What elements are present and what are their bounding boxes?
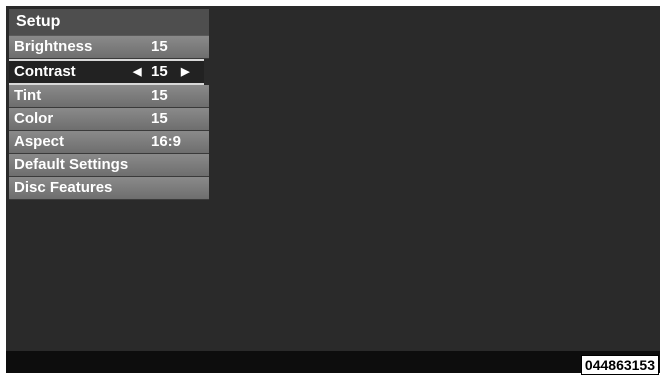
- menu-item-default-settings[interactable]: Default Settings: [9, 154, 209, 177]
- menu-item-value: 15: [151, 38, 168, 55]
- menu-item-brightness[interactable]: Brightness 15: [9, 36, 209, 59]
- menu-item-contrast[interactable]: Contrast ◀ 15 ▶: [9, 59, 204, 85]
- menu-item-label: Default Settings: [14, 156, 129, 173]
- menu-item-aspect[interactable]: Aspect 16:9: [9, 131, 209, 154]
- display-screen: Setup Brightness 15 Contrast ◀ 15 ▶ Tint…: [6, 6, 660, 373]
- image-id-badge: 044863153: [580, 355, 659, 375]
- setup-menu: Setup Brightness 15 Contrast ◀ 15 ▶ Tint…: [9, 9, 209, 200]
- right-arrow-icon[interactable]: ▶: [181, 61, 189, 83]
- menu-item-disc-features[interactable]: Disc Features: [9, 177, 209, 200]
- menu-item-tint[interactable]: Tint 15: [9, 85, 209, 108]
- menu-item-value: 15: [151, 110, 168, 127]
- bottom-strip: [6, 351, 660, 373]
- menu-title: Setup: [9, 9, 209, 36]
- menu-item-label: Aspect: [14, 133, 65, 150]
- menu-item-value: 16:9: [151, 133, 182, 150]
- menu-item-label: Brightness: [14, 38, 93, 55]
- menu-item-label: Contrast: [14, 63, 76, 80]
- menu-item-value: 15: [151, 63, 168, 80]
- menu-item-value: 15: [151, 87, 168, 104]
- left-arrow-icon[interactable]: ◀: [133, 61, 141, 83]
- menu-item-label: Disc Features: [14, 179, 113, 196]
- menu-item-label: Color: [14, 110, 54, 127]
- menu-item-color[interactable]: Color 15: [9, 108, 209, 131]
- menu-item-label: Tint: [14, 87, 42, 104]
